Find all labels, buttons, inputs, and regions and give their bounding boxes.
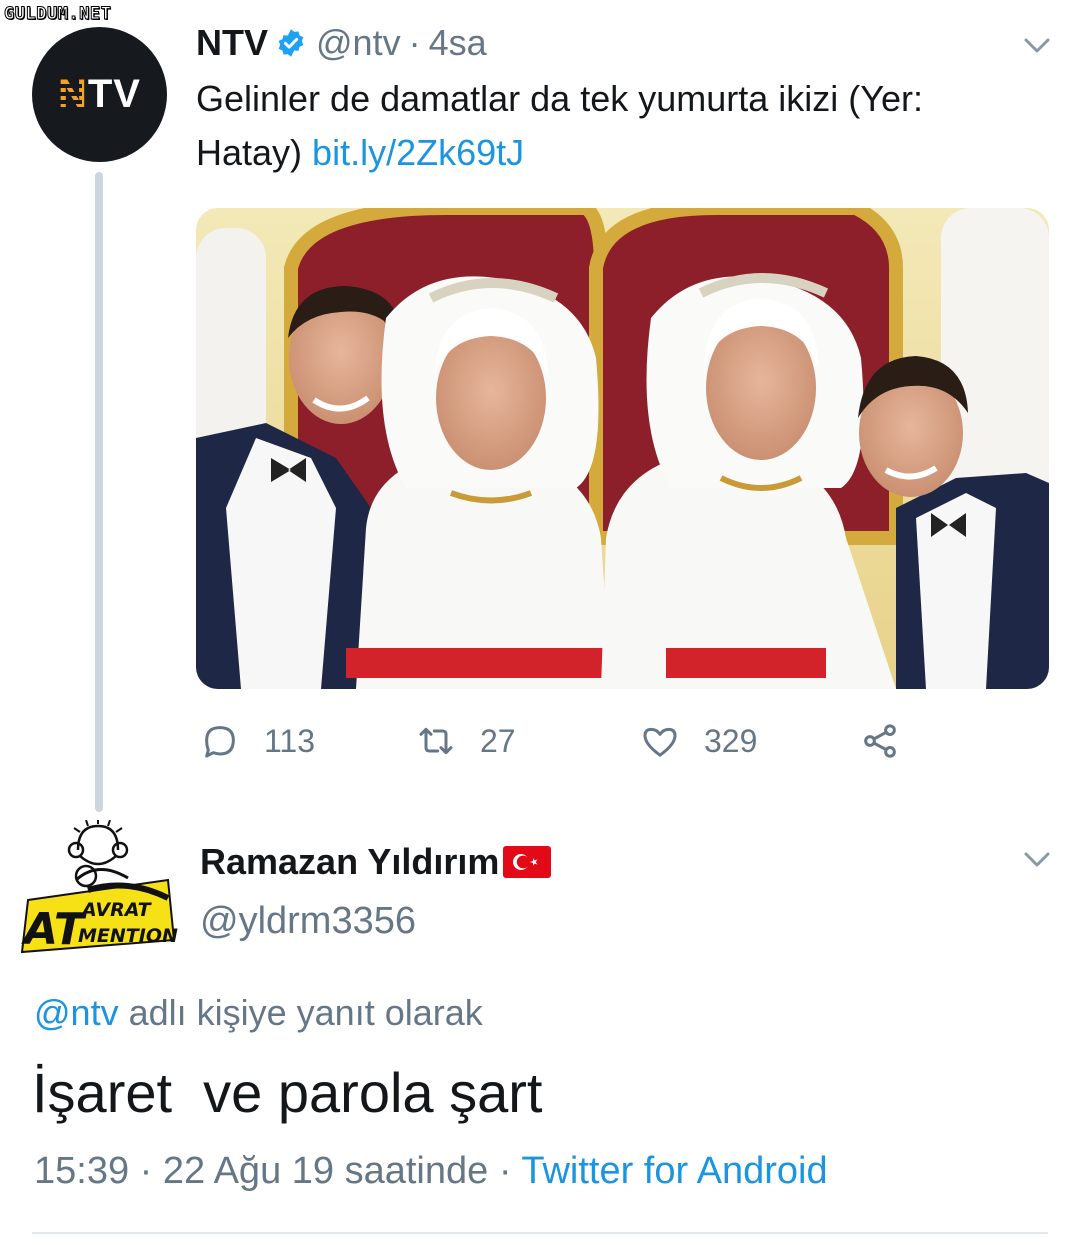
chevron-down-icon[interactable]: [1024, 38, 1050, 54]
tweet-actions: 113 27 329: [200, 715, 920, 767]
author-name[interactable]: NTV: [196, 22, 268, 64]
avatar-top-text: AVRAT: [80, 899, 153, 921]
share-icon: [864, 724, 896, 758]
reply-text: İşaret ve parola şart: [32, 1061, 543, 1124]
replying-to-mention[interactable]: @ntv: [34, 992, 119, 1033]
tweet-body: Gelinler de damatlar da tek yumurta ikiz…: [196, 72, 1036, 180]
avatar-at-text: AT: [21, 904, 87, 955]
share-action[interactable]: [860, 715, 900, 767]
reply-meta: 15:39 · 22 Ağu 19 saatinde · Twitter for…: [34, 1150, 828, 1193]
retweet-count: 27: [480, 722, 516, 759]
tweet-text: Gelinler de damatlar da tek yumurta ikiz…: [196, 78, 923, 173]
reply-count: 113: [264, 722, 316, 759]
turkey-flag-icon: [503, 846, 552, 878]
tweet-link[interactable]: bit.ly/2Zk69tJ: [312, 132, 524, 173]
heart-icon: [643, 727, 677, 757]
time-separator: ·: [408, 22, 421, 63]
reply-header: Ramazan Yıldırım: [200, 838, 552, 886]
reply-author-name[interactable]: Ramazan Yıldırım: [200, 841, 499, 883]
wedding-photo-icon: [196, 208, 1049, 689]
reply-icon: [205, 726, 235, 758]
site-watermark: GULDUM.NET: [3, 4, 112, 25]
tweet-photo[interactable]: [196, 208, 1049, 689]
reply-action[interactable]: 113: [200, 715, 315, 767]
replying-to-label: adlı kişiye yanıt olarak: [118, 992, 483, 1033]
reply-source-link[interactable]: Twitter for Android: [521, 1150, 827, 1192]
verified-badge-icon: [278, 29, 304, 57]
atmention-avatar[interactable]: AT AVRAT MENTION: [18, 818, 178, 960]
avatar-bottom-text: MENTION: [78, 925, 178, 947]
retweet-action[interactable]: 27: [416, 715, 516, 767]
ntv-logo: NTV: [55, 72, 141, 116]
like-count: 329: [704, 722, 758, 759]
atmention-logo-icon: AT AVRAT MENTION: [20, 818, 178, 955]
reply-author-handle[interactable]: @yldrm3356: [200, 900, 416, 943]
retweet-icon: [419, 727, 453, 755]
divider: [32, 1232, 1048, 1234]
author-handle[interactable]: @ntv: [316, 22, 401, 64]
replying-to: @ntv adlı kişiye yanıt olarak: [34, 992, 483, 1034]
tweet-time[interactable]: 4sa: [429, 22, 487, 64]
tweet-header: NTV @ntv · 4sa: [196, 18, 487, 68]
thread-connector-line: [95, 172, 103, 812]
reply-timestamp[interactable]: 15:39 · 22 Ağu 19 saatinde ·: [34, 1150, 521, 1192]
chevron-down-icon[interactable]: [1024, 852, 1050, 868]
like-action[interactable]: 329: [640, 715, 757, 767]
ntv-avatar[interactable]: NTV: [32, 27, 167, 162]
